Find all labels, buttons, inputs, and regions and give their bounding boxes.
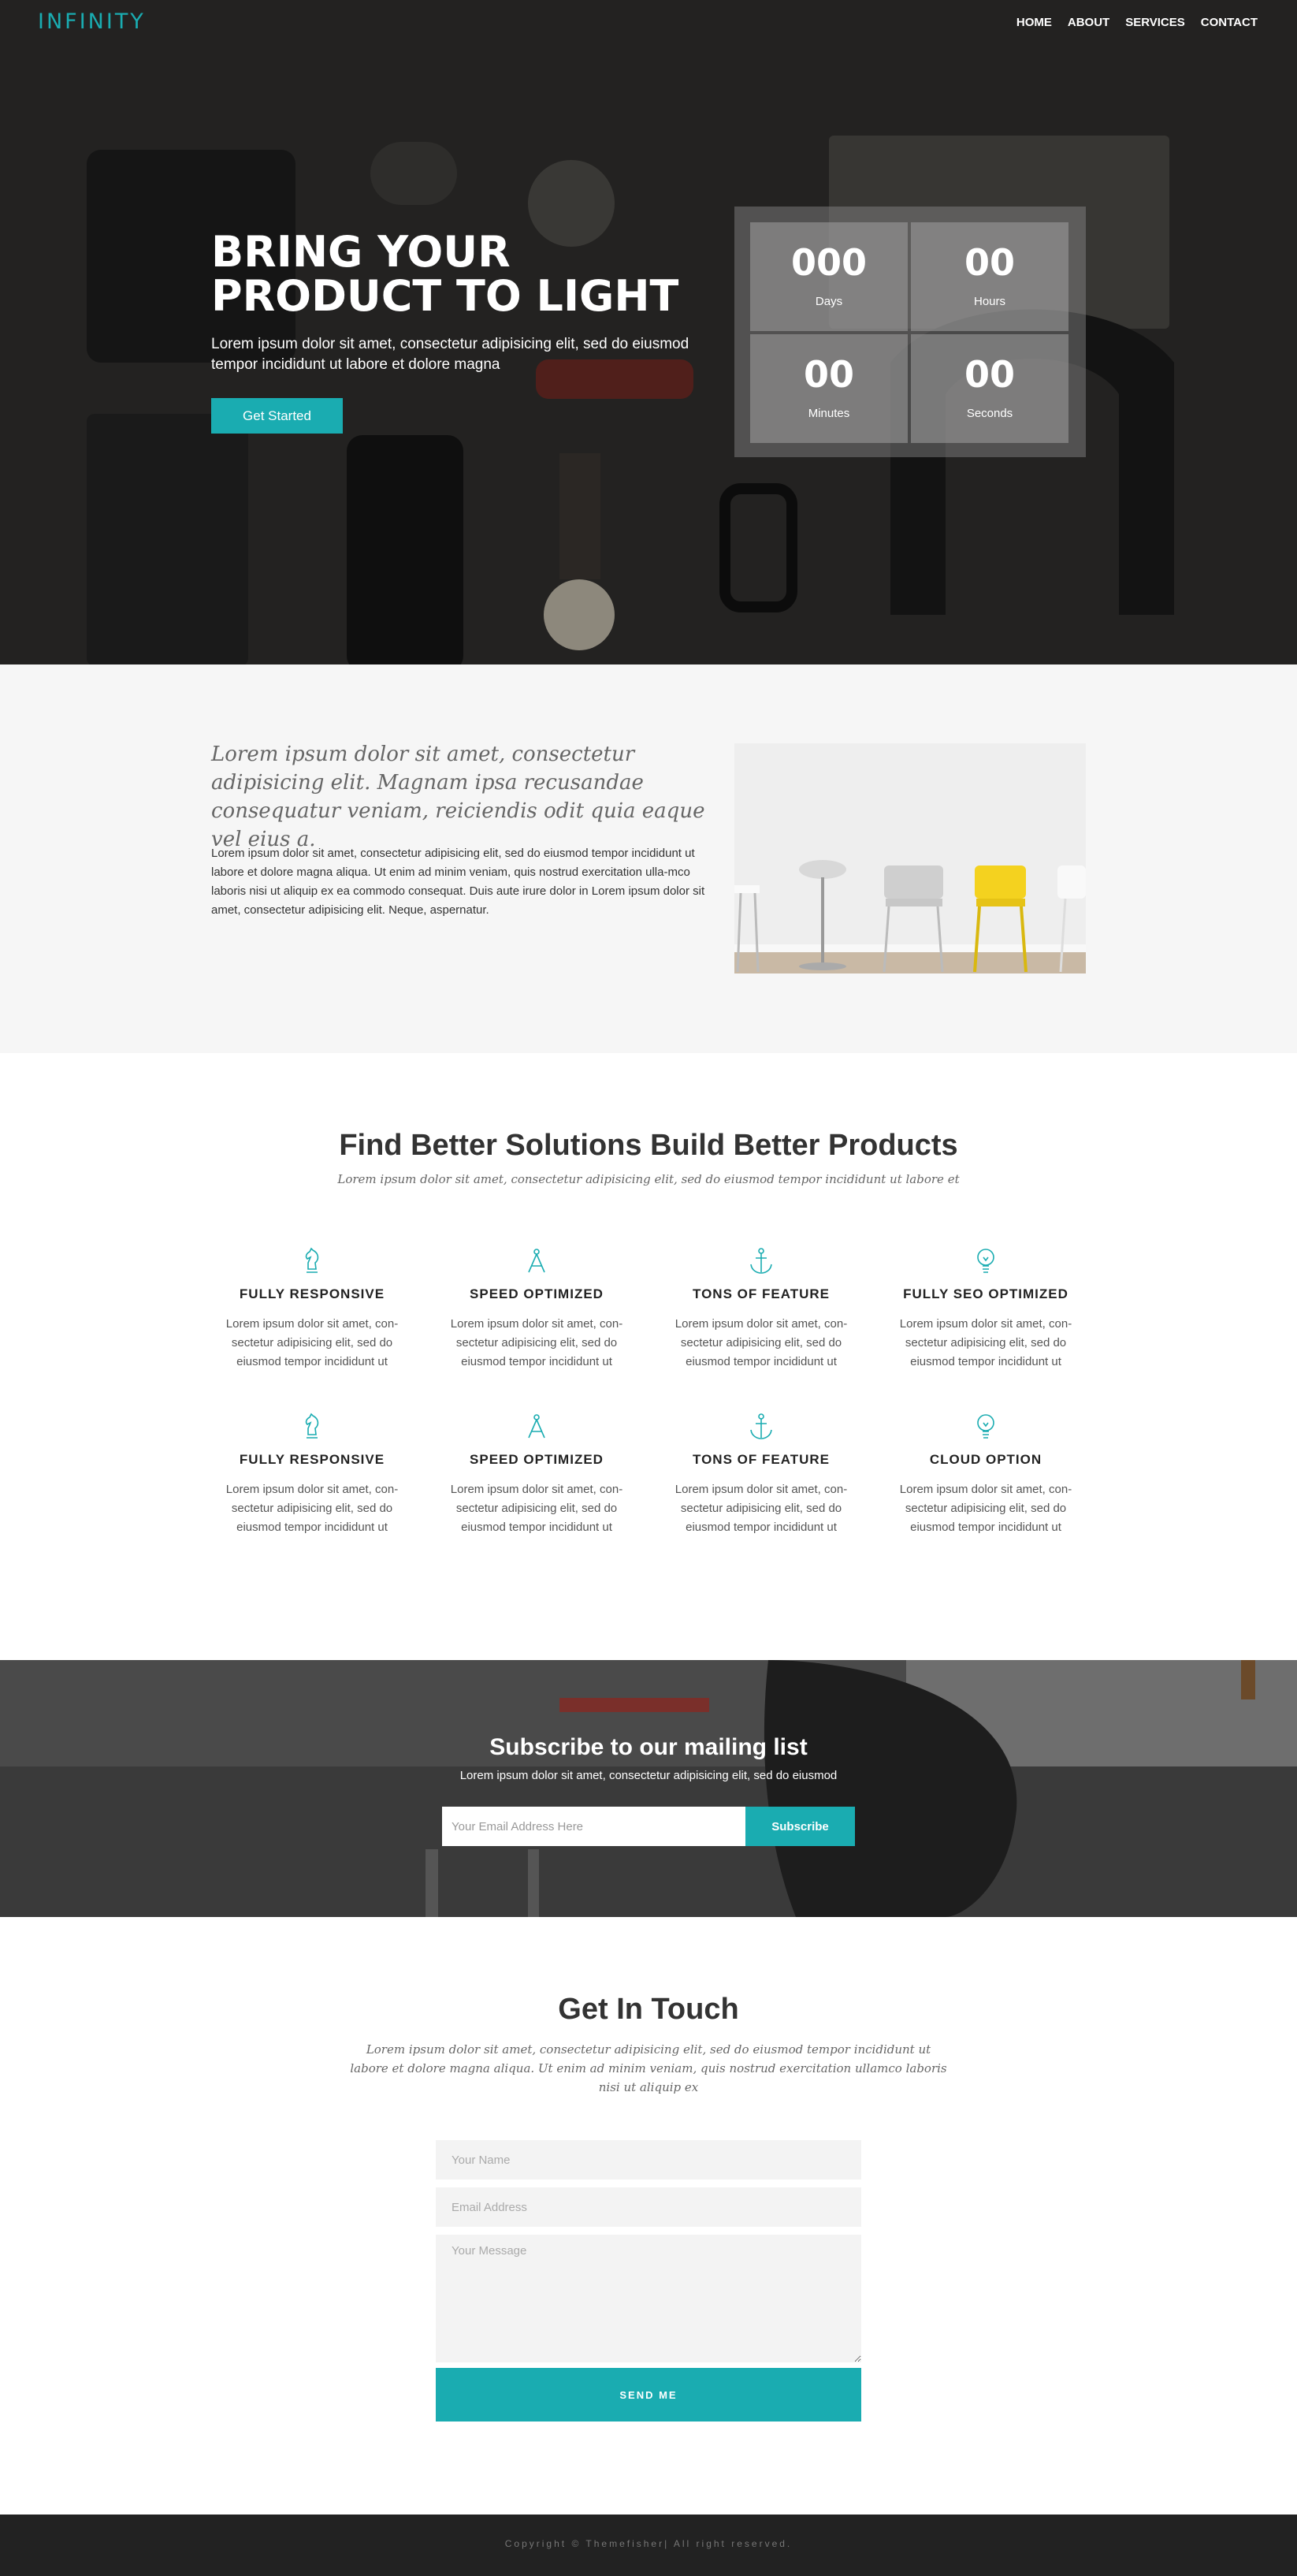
hero-section: BRING YOUR PRODUCT TO LIGHT Lorem ipsum …	[0, 0, 1297, 664]
message-field[interactable]	[436, 2235, 861, 2362]
feature-title: FULLY RESPONSIVE	[239, 1286, 385, 1301]
about-lead-quote: Lorem ipsum dolor sit amet, consectetur …	[211, 743, 705, 851]
features-section: Find Better Solutions Build Better Produ…	[0, 1053, 1297, 1660]
feature-text: Lorem ipsum dolor sit amet, con-sectetur…	[675, 1317, 848, 1368]
nav-home[interactable]: HOME	[1016, 16, 1052, 29]
feature-title: TONS OF FEATURE	[693, 1452, 830, 1467]
countdown-minutes: 00 Minutes	[750, 334, 908, 443]
contact-subtitle: Lorem ipsum dolor sit amet, consectetur …	[350, 2042, 947, 2094]
anchor-icon	[663, 1247, 860, 1279]
feature-card: FULLY RESPONSIVE Lorem ipsum dolor sit a…	[214, 1247, 411, 1372]
countdown-days: 000 Days	[750, 222, 908, 331]
subscribe-title: Subscribe to our mailing list	[489, 1734, 808, 1760]
countdown-label: Hours	[973, 295, 1005, 308]
feature-title: FULLY SEO OPTIMIZED	[903, 1286, 1068, 1301]
feature-title: TONS OF FEATURE	[693, 1286, 830, 1301]
countdown-value: 00	[964, 353, 1015, 396]
feature-text: Lorem ipsum dolor sit amet, con-sectetur…	[225, 1483, 399, 1534]
feature-text: Lorem ipsum dolor sit amet, con-sectetur…	[675, 1483, 848, 1534]
countdown-label: Minutes	[808, 407, 850, 420]
feature-title: SPEED OPTIMIZED	[470, 1452, 604, 1467]
email-input[interactable]	[442, 1807, 745, 1846]
feature-card: SPEED OPTIMIZED Lorem ipsum dolor sit am…	[438, 1413, 635, 1537]
subscribe-button[interactable]: Subscribe	[745, 1807, 855, 1846]
feature-title: FULLY RESPONSIVE	[239, 1452, 385, 1467]
footer: Copyright © Themefisher| All right reser…	[0, 2515, 1297, 2576]
feature-text: Lorem ipsum dolor sit amet, con-sectetur…	[899, 1483, 1072, 1534]
subscribe-section: Subscribe to our mailing list Lorem ipsu…	[0, 1660, 1297, 1917]
anchor-icon	[663, 1413, 860, 1444]
countdown-value: 00	[964, 241, 1015, 284]
lightbulb-icon	[887, 1413, 1084, 1444]
nav-about[interactable]: ABOUT	[1068, 16, 1109, 29]
countdown-hours: 00 Hours	[911, 222, 1068, 331]
feature-title: CLOUD OPTION	[929, 1452, 1042, 1467]
feature-card: CLOUD OPTION Lorem ipsum dolor sit amet,…	[887, 1413, 1084, 1537]
feature-card: FULLY SEO OPTIMIZED Lorem ipsum dolor si…	[887, 1247, 1084, 1372]
compass-icon	[438, 1413, 635, 1444]
nav-contact[interactable]: CONTACT	[1201, 16, 1258, 29]
chess-knight-icon	[214, 1247, 411, 1279]
chess-knight-icon	[214, 1413, 411, 1444]
compass-icon	[438, 1247, 635, 1279]
feature-card: TONS OF FEATURE Lorem ipsum dolor sit am…	[663, 1413, 860, 1537]
feature-card: SPEED OPTIMIZED Lorem ipsum dolor sit am…	[438, 1247, 635, 1372]
chairs-image	[734, 743, 1086, 973]
about-body-text: Lorem ipsum dolor sit amet, consectetur …	[211, 847, 705, 917]
feature-text: Lorem ipsum dolor sit amet, con-sectetur…	[450, 1483, 623, 1534]
countdown-timer: 000 Days 00 Hours 00 Minutes 00 Seconds	[734, 207, 1086, 457]
contact-title: Get In Touch	[558, 1993, 739, 2026]
feature-card: FULLY RESPONSIVE Lorem ipsum dolor sit a…	[214, 1413, 411, 1537]
top-nav: INFINITY HOME ABOUT SERVICES CONTACT	[0, 0, 1297, 46]
logo[interactable]: INFINITY	[38, 9, 146, 34]
subscribe-background-image	[0, 1660, 1297, 1917]
features-subtitle: Lorem ipsum dolor sit amet, consectetur …	[337, 1172, 960, 1186]
countdown-label: Seconds	[966, 407, 1013, 420]
countdown-label: Days	[815, 295, 843, 308]
subscribe-text: Lorem ipsum dolor sit amet, consectetur …	[459, 1769, 838, 1782]
feature-text: Lorem ipsum dolor sit amet, con-sectetur…	[450, 1317, 623, 1368]
send-button[interactable]: SEND ME	[436, 2368, 861, 2422]
countdown-value: 000	[790, 241, 868, 284]
countdown-seconds: 00 Seconds	[911, 334, 1068, 443]
feature-text: Lorem ipsum dolor sit amet, con-sectetur…	[225, 1317, 399, 1368]
get-started-button[interactable]: Get Started	[211, 398, 343, 434]
feature-title: SPEED OPTIMIZED	[470, 1286, 604, 1301]
feature-card: TONS OF FEATURE Lorem ipsum dolor sit am…	[663, 1247, 860, 1372]
lightbulb-icon	[887, 1247, 1084, 1279]
feature-text: Lorem ipsum dolor sit amet, con-sectetur…	[899, 1317, 1072, 1368]
countdown-value: 00	[803, 353, 854, 396]
features-title: Find Better Solutions Build Better Produ…	[339, 1129, 958, 1162]
about-section: Lorem ipsum dolor sit amet, consectetur …	[0, 664, 1297, 1053]
contact-section: Get In Touch Lorem ipsum dolor sit amet,…	[0, 1917, 1297, 2515]
copyright-text: Copyright © Themefisher| All right reser…	[504, 2538, 793, 2549]
name-field[interactable]	[436, 2140, 861, 2180]
email-field[interactable]	[436, 2187, 861, 2227]
main-menu: HOME ABOUT SERVICES CONTACT	[1016, 16, 1258, 29]
hero-title: BRING YOUR PRODUCT TO LIGHT	[211, 227, 679, 321]
subscribe-form: Subscribe	[442, 1807, 855, 1846]
hero-overlay	[0, 0, 1297, 664]
hero-subtitle: Lorem ipsum dolor sit amet, consectetur …	[211, 336, 689, 373]
nav-services[interactable]: SERVICES	[1125, 16, 1185, 29]
